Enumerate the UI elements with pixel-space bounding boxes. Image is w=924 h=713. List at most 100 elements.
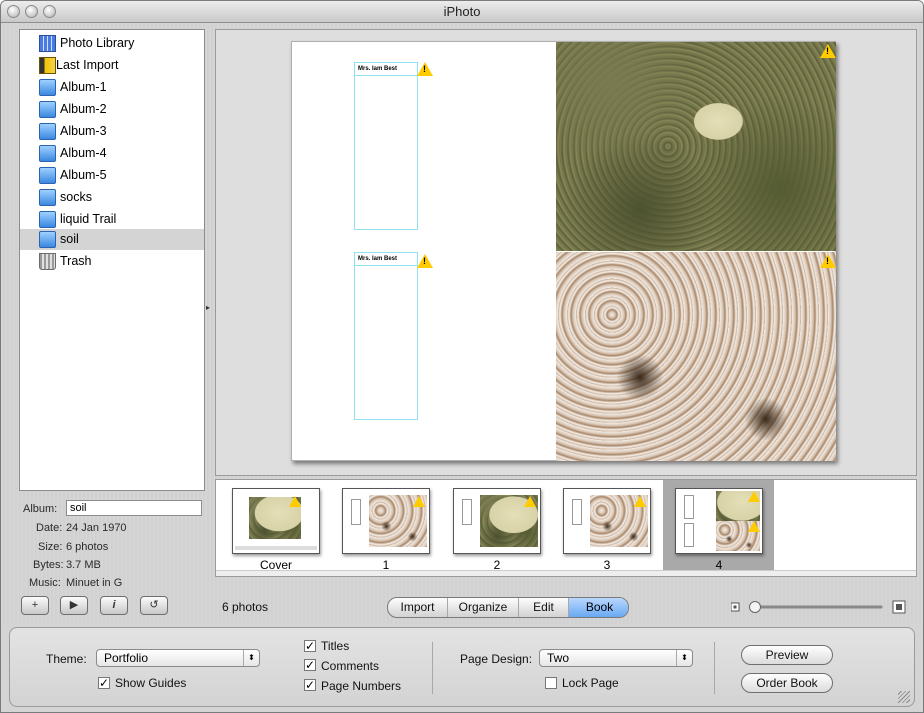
bytes-value: 3.7 MB [66, 559, 101, 571]
book-page-canvas: Mrs. Iam Best ! Mrs. Iam Best ! ! ! [215, 29, 917, 476]
page-thumbnail-1[interactable] [342, 488, 430, 554]
page-thumbnail-2[interactable] [453, 488, 541, 554]
zoom-window-button[interactable] [43, 5, 56, 18]
warning-icon: ! [820, 254, 836, 268]
titles-checkbox[interactable]: ✓ [304, 640, 316, 652]
source-item-soil[interactable]: soil [20, 229, 204, 250]
source-item-album-2[interactable]: Album-2 [20, 99, 204, 120]
mode-selector[interactable]: Import Organize Edit Book [387, 597, 629, 618]
play-icon: ▶ [69, 599, 79, 611]
titles-label: Titles [321, 639, 350, 653]
thumbnail-strip-scrollbar[interactable] [216, 570, 916, 576]
source-item-photo-library[interactable]: Photo Library [20, 33, 204, 54]
zoom-slider-knob[interactable] [749, 601, 761, 613]
album-folder-icon [39, 123, 56, 140]
slideshow-button[interactable]: ▶ [60, 596, 88, 615]
date-value: 24 Jan 1970 [66, 522, 127, 534]
zoom-control [730, 599, 911, 615]
source-item-label: Album-3 [60, 124, 107, 138]
source-item-label: liquid Trail [60, 212, 117, 226]
info-button[interactable]: i [100, 596, 128, 615]
resize-grip-icon[interactable] [898, 691, 910, 703]
show-guides-checkbox[interactable]: ✓ [98, 677, 110, 689]
mode-organize-button[interactable]: Organize [448, 598, 519, 617]
source-list[interactable]: Photo Library Last Import Album-1 Album-… [19, 29, 205, 491]
album-folder-icon [39, 145, 56, 162]
large-size-icon-inner [896, 604, 902, 610]
text-box-title: Mrs. Iam Best [355, 63, 417, 76]
source-item-album-5[interactable]: Album-5 [20, 165, 204, 186]
film-roll-icon [39, 57, 56, 74]
warning-glyph: ! [826, 46, 829, 56]
source-item-trash[interactable]: Trash [20, 251, 204, 272]
window-title: iPhoto [443, 4, 481, 19]
album-folder-icon [39, 211, 56, 228]
rotate-icon: ↺ [149, 599, 159, 611]
small-size-icon-inner [733, 605, 737, 609]
page-design-popup[interactable]: Two ⬍ [539, 649, 693, 667]
source-item-label: Album-1 [60, 80, 107, 94]
mode-book-button[interactable]: Book [569, 598, 628, 617]
source-item-label: Album-2 [60, 102, 107, 116]
warning-icon [634, 496, 646, 507]
source-item-album-1[interactable]: Album-1 [20, 77, 204, 98]
zoom-slider[interactable] [730, 599, 911, 615]
title-text-box[interactable]: Mrs. Iam Best [354, 62, 418, 230]
warning-icon: ! [820, 44, 836, 58]
trash-icon [39, 253, 56, 270]
moss-rock-photo[interactable] [556, 42, 836, 251]
title-text-box[interactable]: Mrs. Iam Best [354, 252, 418, 420]
lock-page-checkbox[interactable] [545, 677, 557, 689]
theme-value: Portfolio [104, 651, 149, 665]
source-item-album-3[interactable]: Album-3 [20, 121, 204, 142]
source-item-liquid-trail[interactable]: liquid Trail [20, 209, 204, 230]
album-folder-icon [39, 167, 56, 184]
music-label: Music: [29, 577, 61, 589]
comments-checkbox[interactable]: ✓ [304, 659, 316, 671]
warning-icon: ! [417, 254, 433, 268]
source-item-label: Album-5 [60, 168, 107, 182]
lock-page-label: Lock Page [562, 676, 619, 690]
warning-icon [748, 521, 760, 532]
album-name-field[interactable]: soil [66, 500, 202, 516]
source-item-last-import[interactable]: Last Import [20, 55, 204, 76]
photo-count: 6 photos [222, 600, 269, 614]
title-bar[interactable]: iPhoto [1, 1, 923, 23]
rotate-button[interactable]: ↺ [140, 596, 168, 615]
source-item-label: soil [60, 232, 79, 246]
page-thumbnail-4[interactable] [675, 488, 763, 554]
album-folder-icon [39, 79, 56, 96]
pane-splitter-handle[interactable]: ▸ [206, 303, 210, 312]
size-value: 6 photos [66, 541, 109, 553]
mode-edit-button[interactable]: Edit [519, 598, 569, 617]
minimize-window-button[interactable] [25, 5, 38, 18]
info-icon: i [112, 599, 116, 611]
warning-glyph: ! [423, 64, 426, 74]
add-album-button[interactable]: + [21, 596, 49, 615]
divider [432, 642, 433, 694]
page-numbers-checkbox[interactable]: ✓ [304, 679, 316, 691]
order-book-button[interactable]: Order Book [741, 673, 833, 693]
source-item-label: Last Import [56, 58, 119, 72]
page-numbers-label: Page Numbers [321, 679, 402, 693]
music-value: Minuet in G [66, 577, 123, 589]
page-thumbnail-cover[interactable] [232, 488, 320, 554]
book-tools-panel: Theme: Portfolio ⬍ ✓ Show Guides ✓ Title… [9, 627, 915, 707]
sand-grains-photo[interactable] [556, 252, 836, 461]
page-thumbnail-strip[interactable]: Cover 1 2 3 4 [215, 479, 917, 577]
source-item-album-4[interactable]: Album-4 [20, 143, 204, 164]
mode-import-button[interactable]: Import [388, 598, 448, 617]
album-name-label: Album: [23, 503, 58, 515]
add-icon: + [31, 599, 39, 611]
page-thumbnail-3[interactable] [563, 488, 651, 554]
theme-popup[interactable]: Portfolio ⬍ [96, 649, 260, 667]
source-item-label: Album-4 [60, 146, 107, 160]
source-item-socks[interactable]: socks [20, 187, 204, 208]
divider [714, 642, 715, 694]
cover-title-bar [235, 546, 317, 550]
date-label: Date: [36, 522, 63, 534]
album-info-panel: Album: soil Date: 24 Jan 1970 Size: 6 ph… [19, 495, 209, 591]
source-item-label: Trash [60, 254, 92, 268]
close-window-button[interactable] [7, 5, 20, 18]
preview-button[interactable]: Preview [741, 645, 833, 665]
